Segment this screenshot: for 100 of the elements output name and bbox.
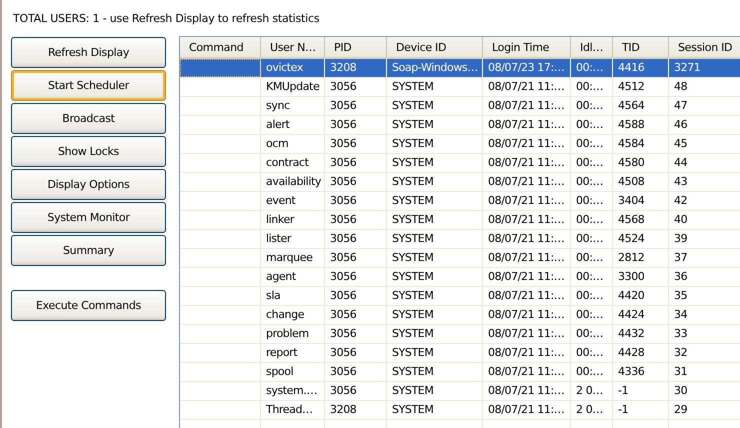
table-cell: 4428: [618, 346, 644, 359]
table-cell: SYSTEM: [392, 137, 434, 150]
table-row[interactable]: sync 3056 SYSTEM 08/07/21 11:… 00:… 4564 47: [180, 97, 740, 116]
action-button[interactable]: System Monitor: [11, 202, 166, 233]
table-row[interactable]: marquee 3056 SYSTEM 08/07/21 11:… 00:… 2812 37: [180, 249, 740, 268]
table-cell: -1: [618, 403, 628, 416]
table-cell: 3056: [330, 365, 356, 378]
action-button[interactable]: Broadcast: [11, 103, 166, 134]
table-row[interactable]: alert 3056 SYSTEM 08/07/21 11:… 00:… 4588 46: [180, 116, 740, 135]
table-cell: 4524: [618, 232, 644, 245]
table-cell: 36: [674, 270, 688, 283]
table-cell: 4416: [618, 61, 644, 74]
table-cell: 08/07/21 11:…: [488, 270, 564, 283]
table-cell: SYSTEM: [392, 80, 434, 93]
table-cell: 3056: [330, 232, 356, 245]
table-row[interactable]: linker 3056 SYSTEM 08/07/21 11:… 00:… 4568 40: [180, 211, 740, 230]
table-cell: 2 0…: [576, 384, 603, 397]
table-cell: event: [266, 194, 296, 207]
table-cell: 00:…: [576, 175, 604, 188]
table-cell: 2812: [618, 251, 644, 264]
table-cell: SYSTEM: [392, 384, 434, 397]
table-cell: 39: [674, 232, 688, 245]
table-cell: 08/07/21 11:…: [488, 194, 564, 207]
table-row[interactable]: lister 3056 SYSTEM 08/07/21 11:… 00:… 4524 39: [180, 230, 740, 249]
table-row[interactable]: change 3056 SYSTEM 08/07/21 11:… 00:… 4424 34: [180, 306, 740, 325]
table-cell: 00:…: [576, 137, 604, 150]
table-cell: 46: [674, 118, 688, 131]
table-cell: 3056: [330, 213, 356, 226]
table-cell: 00:…: [576, 270, 604, 283]
table-row[interactable]: report 3056 SYSTEM 08/07/21 11:… 00:… 4428 32: [180, 344, 740, 363]
execute-commands-button[interactable]: Execute Commands: [11, 290, 166, 321]
table-cell: 00:…: [576, 118, 604, 131]
table-cell: 43: [674, 175, 688, 188]
table-cell: 08/07/21 11:…: [488, 365, 564, 378]
table-cell: 3056: [330, 137, 356, 150]
table-cell: SYSTEM: [392, 232, 434, 245]
action-button[interactable]: Start Scheduler: [11, 70, 166, 101]
column-header[interactable]: Idl…: [571, 37, 613, 57]
column-header[interactable]: User N…: [261, 37, 325, 57]
table-cell: 3208: [330, 403, 356, 416]
table-row[interactable]: Thread… 3208 SYSTEM 08/07/21 11:… 2 0… -1 29: [180, 401, 740, 420]
table-cell: 4568: [618, 213, 644, 226]
table-cell: 08/07/21 11:…: [488, 403, 564, 416]
table-row[interactable]: KMUpdate 3056 SYSTEM 08/07/21 11:… 00:… 4512 48: [180, 78, 740, 97]
table-row[interactable]: spool 3056 SYSTEM 08/07/21 11:… 00:… 4336 31: [180, 363, 740, 382]
action-button[interactable]: Display Options: [11, 169, 166, 200]
table-cell: 32: [674, 346, 688, 359]
table-cell: agent: [266, 270, 296, 283]
action-button[interactable]: Summary: [11, 235, 166, 266]
column-header[interactable]: Session ID: [669, 37, 740, 57]
table-cell: 00:…: [576, 213, 604, 226]
table-cell: -1: [618, 384, 628, 397]
table-cell: 00:…: [576, 61, 604, 74]
table-cell: SYSTEM: [392, 213, 434, 226]
table-row[interactable]: system.… 3056 SYSTEM 08/07/21 11:… 2 0… -1 30: [180, 382, 740, 401]
table-cell: marquee: [266, 251, 312, 264]
column-header[interactable]: PID: [325, 37, 387, 57]
table-cell: 40: [674, 213, 688, 226]
table-cell: 08/07/21 11:…: [488, 232, 564, 245]
table-cell: 00:…: [576, 365, 604, 378]
table-row[interactable]: problem 3056 SYSTEM 08/07/21 11:… 00:… 4432 33: [180, 325, 740, 344]
table-cell: 08/07/23 17:…: [488, 61, 564, 74]
table-cell: lister: [266, 232, 292, 245]
table-cell: 08/07/21 11:…: [488, 175, 564, 188]
table-cell: 4432: [618, 327, 644, 340]
column-header[interactable]: Login Time: [483, 37, 571, 57]
column-header[interactable]: Command: [180, 37, 261, 57]
table-cell: 00:…: [576, 80, 604, 93]
column-header[interactable]: Device ID: [387, 37, 483, 57]
table-cell: 00:…: [576, 194, 604, 207]
table-row[interactable]: availability 3056 SYSTEM 08/07/21 11:… 00:… 4508 43: [180, 173, 740, 192]
table-cell: 29: [674, 403, 688, 416]
table-cell: 3208: [330, 61, 356, 74]
table-cell: 3404: [618, 194, 644, 207]
table-cell: SYSTEM: [392, 99, 434, 112]
status-text: TOTAL USERS: 1 - use Refresh Display to refresh statistics: [12, 11, 320, 25]
table-cell: SYSTEM: [392, 403, 434, 416]
table-cell: SYSTEM: [392, 251, 434, 264]
table-cell: 34: [674, 308, 688, 321]
action-button[interactable]: Show Locks: [11, 136, 166, 167]
table-cell: linker: [266, 213, 294, 226]
table-row[interactable]: agent 3056 SYSTEM 08/07/21 11:… 00:… 3300 36: [180, 268, 740, 287]
table-row[interactable]: event 3056 SYSTEM 08/07/21 11:… 00:… 3404 42: [180, 192, 740, 211]
table-row[interactable]: contract 3056 SYSTEM 08/07/21 11:… 00:… 4580 44: [180, 154, 740, 173]
table-cell: 3056: [330, 118, 356, 131]
column-header[interactable]: TID: [613, 37, 669, 57]
table-cell: 42: [674, 194, 688, 207]
table-cell: Soap-Windows…: [392, 61, 478, 74]
table-cell: sync: [266, 99, 290, 112]
table-cell: 4336: [618, 365, 644, 378]
table-cell: spool: [266, 365, 294, 378]
table-cell: 4508: [618, 175, 644, 188]
table-row[interactable]: ovictex 3208 Soap-Windows… 08/07/23 17:… 00:… 4416 3271: [180, 59, 740, 78]
table-cell: problem: [266, 327, 309, 340]
table-cell: 08/07/21 11:…: [488, 156, 564, 169]
table-cell: 00:…: [576, 156, 604, 169]
table-cell: ovictex: [266, 61, 303, 74]
table-row[interactable]: ocm 3056 SYSTEM 08/07/21 11:… 00:… 4584 45: [180, 135, 740, 154]
table-row[interactable]: sla 3056 SYSTEM 08/07/21 11:… 00:… 4420 35: [180, 287, 740, 306]
action-button[interactable]: Refresh Display: [11, 37, 166, 68]
